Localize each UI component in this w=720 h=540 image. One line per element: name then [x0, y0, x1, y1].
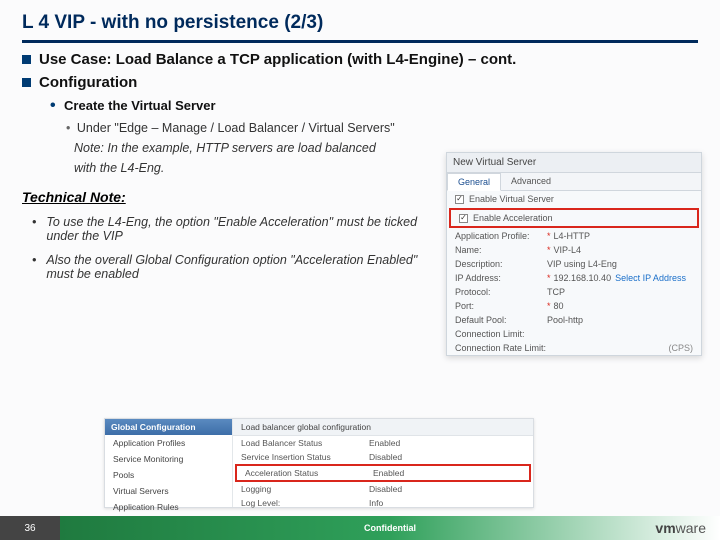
side-app-rules[interactable]: Application Rules [105, 499, 232, 515]
val-port[interactable]: 80 [554, 301, 564, 311]
row-logging-val: Disabled [369, 484, 402, 494]
checkbox-enable-vs[interactable]: ✓ [455, 195, 464, 204]
tech-note-2: Also the overall Global Configuration op… [46, 253, 432, 281]
val-ip[interactable]: 192.168.10.40 [554, 273, 612, 283]
row-loglevel-val: Info [369, 498, 383, 508]
enable-vs-label: Enable Virtual Server [469, 194, 554, 204]
row-lb-status-lbl: Load Balancer Status [241, 438, 369, 448]
main-head: Load balancer global configuration [233, 419, 533, 436]
bullet-dot: • [32, 215, 36, 243]
cps-label: (CPS) [669, 343, 694, 353]
row-logging-lbl: Logging [241, 484, 369, 494]
lbl-ip: IP Address: [455, 273, 547, 283]
enable-accel-label: Enable Acceleration [473, 213, 553, 223]
side-app-profiles[interactable]: Application Profiles [105, 435, 232, 451]
lbl-port: Port: [455, 301, 547, 311]
bullet-dot: • [32, 253, 36, 281]
row-accel-status-val: Enabled [373, 468, 404, 478]
row-loglevel-lbl: Log Level: [241, 498, 369, 508]
global-config-panel: Global Configuration Application Profile… [104, 418, 534, 508]
side-service-mon[interactable]: Service Monitoring [105, 451, 232, 467]
footer: 36 Confidential [0, 516, 720, 540]
tech-note-1: To use the L4-Eng, the option "Enable Ac… [46, 215, 432, 243]
val-desc[interactable]: VIP using L4-Eng [547, 259, 617, 269]
sub-create-vs: Create the Virtual Server [22, 97, 698, 115]
row-lb-status-val: Enabled [369, 438, 400, 448]
dialog-title: New Virtual Server [447, 153, 701, 173]
new-virtual-server-dialog: New Virtual Server General Advanced ✓ Ena… [446, 152, 702, 356]
lbl-app-profile: Application Profile: [455, 231, 547, 241]
lbl-pool: Default Pool: [455, 315, 547, 325]
side-head-global[interactable]: Global Configuration [105, 419, 232, 435]
sub-path: Under "Edge – Manage / Load Balancer / V… [22, 121, 698, 135]
lbl-desc: Description: [455, 259, 547, 269]
row-accel-status-lbl: Acceleration Status [245, 468, 373, 478]
row-si-status-lbl: Service Insertion Status [241, 452, 369, 462]
section-config: Configuration [39, 74, 137, 91]
val-pool[interactable]: Pool-http [547, 315, 583, 325]
row-si-status-val: Disabled [369, 452, 402, 462]
bullet-square [22, 78, 31, 87]
vmware-logo: vmware [655, 520, 706, 536]
lbl-connlimit: Connection Limit: [455, 329, 547, 339]
page-title: L 4 VIP - with no persistence (2/3) [22, 12, 698, 34]
select-ip-link[interactable]: Select IP Address [615, 273, 686, 283]
lbl-name: Name: [455, 245, 547, 255]
lbl-connrate: Connection Rate Limit: [455, 343, 547, 353]
lbl-proto: Protocol: [455, 287, 547, 297]
val-app-profile[interactable]: L4-HTTP [554, 231, 591, 241]
tab-advanced[interactable]: Advanced [501, 173, 561, 190]
val-name[interactable]: VIP-L4 [554, 245, 582, 255]
title-rule [22, 40, 698, 43]
side-pools[interactable]: Pools [105, 467, 232, 483]
val-proto[interactable]: TCP [547, 287, 565, 297]
side-virtual-servers[interactable]: Virtual Servers [105, 483, 232, 499]
tab-general[interactable]: General [447, 173, 501, 191]
page-number: 36 [0, 516, 60, 540]
bullet-square [22, 55, 31, 64]
confidential-label: Confidential [60, 516, 720, 540]
checkbox-enable-accel[interactable]: ✓ [459, 214, 468, 223]
section-usecase: Use Case: Load Balance a TCP application… [39, 51, 516, 68]
